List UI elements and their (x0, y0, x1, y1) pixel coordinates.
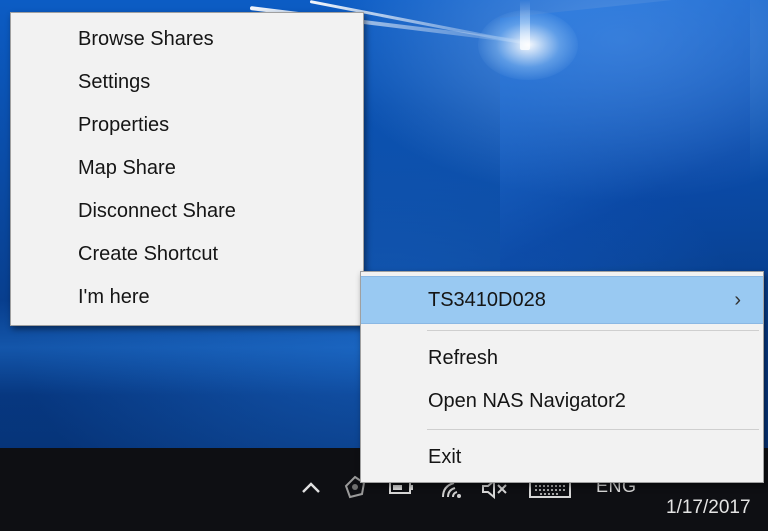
menu-item-label: TS3410D028 (428, 289, 546, 311)
menu-item-browse-shares[interactable]: Browse Shares (11, 18, 363, 61)
menu-item-refresh[interactable]: Refresh (361, 337, 763, 380)
menu-separator (427, 330, 759, 331)
menu-item-label: I'm here (78, 286, 150, 308)
menu-item-label: Disconnect Share (78, 200, 236, 222)
tray-context-menu: TS3410D028 › Refresh Open NAS Navigator2… (360, 271, 764, 483)
menu-item-create-shortcut[interactable]: Create Shortcut (11, 233, 363, 276)
menu-item-label: Open NAS Navigator2 (428, 390, 626, 412)
menu-item-label: Create Shortcut (78, 243, 219, 265)
chevron-up-icon[interactable] (300, 480, 322, 496)
menu-item-disconnect-share[interactable]: Disconnect Share (11, 190, 363, 233)
menu-item-settings[interactable]: Settings (11, 61, 363, 104)
menu-item-exit[interactable]: Exit (361, 436, 763, 479)
menu-item-map-share[interactable]: Map Share (11, 147, 363, 190)
menu-item-device-ts3410d028[interactable]: TS3410D028 › (361, 276, 763, 324)
menu-item-label: Map Share (78, 157, 176, 179)
wallpaper-glow (478, 10, 578, 80)
menu-item-properties[interactable]: Properties (11, 104, 363, 147)
menu-item-label: Browse Shares (78, 28, 214, 50)
taskbar-clock[interactable]: 1/17/2017 (666, 497, 751, 519)
menu-item-im-here[interactable]: I'm here (11, 276, 363, 319)
menu-separator (427, 429, 759, 430)
chevron-right-icon: › (734, 289, 741, 311)
menu-item-label: Properties (78, 114, 170, 136)
menu-item-label: Exit (428, 446, 462, 468)
menu-item-label: Settings (78, 71, 151, 93)
menu-item-open-nas-navigator2[interactable]: Open NAS Navigator2 (361, 380, 763, 423)
menu-item-label: Refresh (428, 347, 499, 369)
share-context-menu: Browse Shares Settings Properties Map Sh… (10, 12, 364, 326)
